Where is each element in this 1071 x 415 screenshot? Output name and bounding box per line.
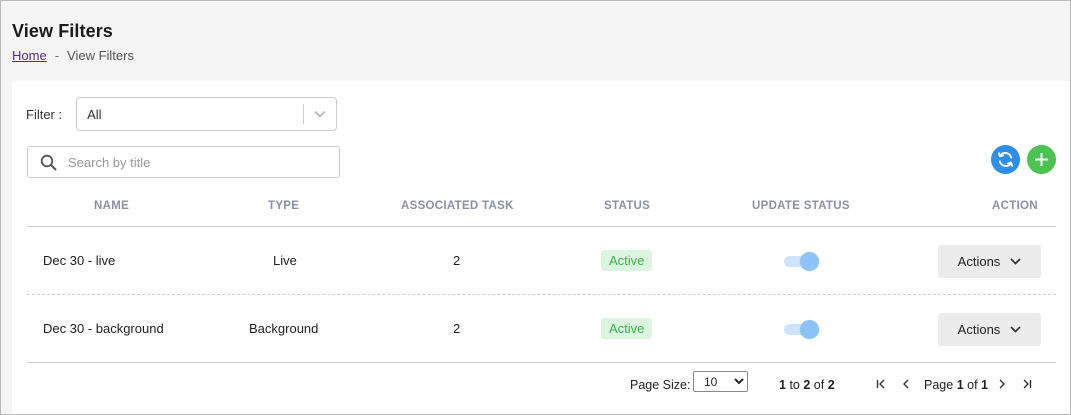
- column-header-status[interactable]: STATUS: [604, 200, 650, 212]
- breadcrumb-home-link[interactable]: Home: [12, 48, 47, 63]
- actions-label: Actions: [957, 322, 1001, 337]
- table-row: Dec 30 - background Background 2 Active …: [27, 295, 1056, 363]
- breadcrumb: Home - View Filters: [12, 48, 134, 63]
- plus-icon: [1034, 152, 1049, 167]
- add-filter-button[interactable]: [1027, 145, 1056, 174]
- chevron-down-icon: [1010, 258, 1021, 265]
- search-box: [27, 146, 340, 178]
- filter-select[interactable]: All: [76, 97, 338, 131]
- row-type: Live: [273, 253, 297, 268]
- refresh-icon: [996, 150, 1015, 169]
- actions-dropdown-button[interactable]: Actions: [938, 313, 1041, 346]
- table-header: NAME TYPE ASSOCIATED TASK STATUS UPDATE …: [27, 189, 1056, 227]
- range-to-word: to: [789, 378, 800, 392]
- row-name: Dec 30 - background: [43, 321, 164, 336]
- column-header-associated-task[interactable]: ASSOCIATED TASK: [401, 200, 514, 212]
- page-current: 1: [956, 378, 964, 392]
- column-header-name[interactable]: NAME: [94, 200, 129, 212]
- search-icon: [28, 154, 68, 171]
- range-from: 1: [779, 378, 786, 392]
- breadcrumb-current: View Filters: [67, 48, 134, 63]
- page-total: 1: [981, 378, 988, 392]
- filter-select-value: All: [87, 106, 102, 122]
- range-of-word: of: [813, 378, 825, 392]
- row-range-summary: 1 to 2 of 2: [779, 378, 835, 392]
- row-associated-task: 2: [453, 253, 461, 268]
- pagination-bar: Page Size: 10 1 to 2 of 2 Page 1 of 1: [12, 357, 1070, 397]
- table-row: Dec 30 - live Live 2 Active Actions: [27, 227, 1056, 295]
- page-header: View Filters Home - View Filters: [12, 21, 134, 63]
- page-title: View Filters: [12, 21, 113, 41]
- previous-page-icon[interactable]: [899, 377, 913, 391]
- range-to: 2: [803, 378, 811, 392]
- filters-table: NAME TYPE ASSOCIATED TASK STATUS UPDATE …: [27, 189, 1056, 363]
- app-frame: View Filters Home - View Filters Filter …: [0, 0, 1071, 415]
- page-size-select[interactable]: 10: [693, 371, 748, 392]
- update-status-toggle[interactable]: [784, 320, 820, 339]
- first-page-icon[interactable]: [874, 377, 888, 391]
- status-badge: Active: [601, 318, 653, 339]
- page-word: Page: [924, 378, 954, 392]
- column-header-update-status[interactable]: UPDATE STATUS: [752, 200, 850, 212]
- filter-label: Filter :: [26, 106, 63, 122]
- breadcrumb-separator: -: [54, 48, 60, 63]
- update-status-toggle[interactable]: [784, 252, 820, 271]
- actions-dropdown-button[interactable]: Actions: [938, 245, 1041, 278]
- chevron-down-icon[interactable]: [304, 110, 336, 118]
- filter-row: Filter : All: [26, 97, 338, 131]
- row-associated-task: 2: [453, 321, 461, 336]
- last-page-icon[interactable]: [1020, 377, 1034, 391]
- row-name: Dec 30 - live: [43, 253, 116, 268]
- chevron-down-icon: [1010, 326, 1021, 333]
- status-badge: Active: [601, 250, 653, 271]
- column-header-type[interactable]: TYPE: [268, 200, 299, 212]
- actions-label: Actions: [957, 254, 1001, 269]
- refresh-button[interactable]: [991, 145, 1020, 174]
- column-header-action: ACTION: [992, 200, 1038, 212]
- page-size-label: Page Size:: [630, 378, 691, 392]
- toggle-knob: [800, 320, 819, 339]
- content-card: Filter : All Search by title NAME TYPE A…: [12, 81, 1070, 414]
- toggle-knob: [800, 252, 819, 271]
- page-indicator: Page 1 of 1: [924, 378, 988, 392]
- range-total: 2: [827, 378, 835, 392]
- page-of-word: of: [967, 378, 978, 392]
- next-page-icon[interactable]: [995, 377, 1009, 391]
- row-type: Background: [249, 321, 319, 336]
- search-input[interactable]: [68, 154, 328, 170]
